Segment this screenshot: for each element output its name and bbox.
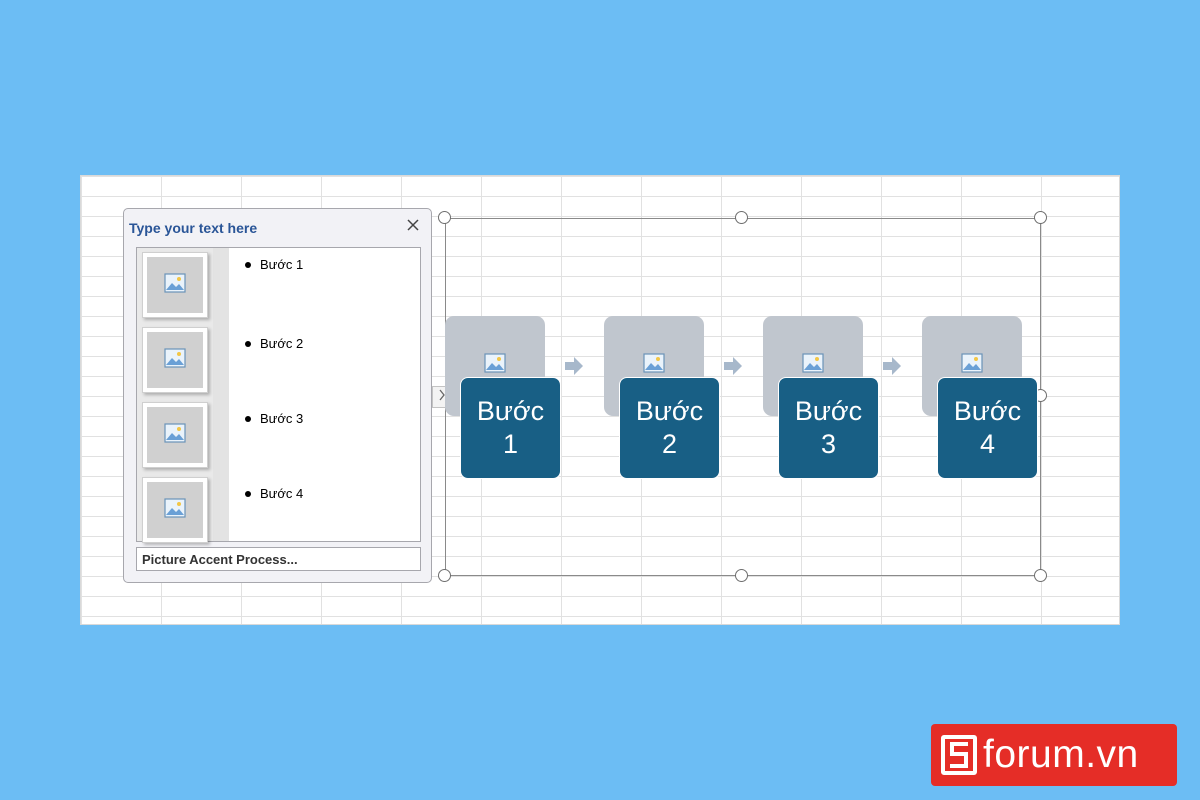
picture-placeholder-icon	[164, 272, 186, 298]
layout-name-link[interactable]: Picture Accent Process...	[136, 547, 421, 571]
arrow-right-icon	[723, 356, 743, 376]
step-box[interactable]: Bước 1	[460, 377, 561, 479]
resize-handle-top[interactable]	[735, 211, 748, 224]
resize-handle-top-left[interactable]	[438, 211, 451, 224]
logo-text: forum.vn	[983, 733, 1139, 776]
resize-handle-bottom[interactable]	[735, 569, 748, 582]
thumbnail-picture-1[interactable]	[142, 252, 208, 318]
step-number: 3	[820, 429, 836, 459]
thumbnail-picture-2[interactable]	[142, 327, 208, 393]
picture-placeholder-icon	[164, 347, 186, 373]
picture-placeholder-icon	[164, 497, 186, 523]
step-number: 2	[661, 429, 677, 459]
list-item[interactable]: Bước 1	[245, 257, 303, 272]
step-box[interactable]: Bước 4	[937, 377, 1038, 479]
bullet-icon	[245, 415, 251, 422]
pane-title: Type your text here	[129, 220, 258, 236]
list-item-label: Bước 3	[260, 411, 304, 426]
smartart-text-pane: Type your text here Bước 1 Bước 2 Bước 3…	[123, 208, 432, 583]
s-logo-icon	[941, 735, 977, 775]
list-item[interactable]: Bước 3	[245, 411, 303, 426]
thumbnail-picture-3[interactable]	[142, 402, 208, 468]
picture-placeholder-icon	[164, 422, 186, 448]
resize-handle-bottom-left[interactable]	[438, 569, 451, 582]
resize-handle-bottom-right[interactable]	[1034, 569, 1047, 582]
list-item-label: Bước 1	[260, 257, 304, 272]
arrow-right-icon	[564, 356, 584, 376]
bullet-icon	[245, 261, 251, 268]
list-item[interactable]: Bước 4	[245, 486, 303, 501]
step-title: Bước	[953, 396, 1022, 426]
step-number: 1	[502, 429, 518, 459]
list-item-label: Bước 2	[260, 336, 304, 351]
thumbnail-strip	[137, 248, 229, 543]
step-title: Bước	[476, 396, 545, 426]
step-box[interactable]: Bước 3	[778, 377, 879, 479]
bullet-icon	[245, 490, 251, 497]
list-item-label: Bước 4	[260, 486, 304, 501]
list-item[interactable]: Bước 2	[245, 336, 303, 351]
arrow-right-icon	[882, 356, 902, 376]
step-box[interactable]: Bước 2	[619, 377, 720, 479]
thumbnail-picture-4[interactable]	[142, 477, 208, 543]
resize-handle-top-right[interactable]	[1034, 211, 1047, 224]
step-title: Bước	[794, 396, 863, 426]
sforum-logo: forum.vn	[931, 724, 1177, 786]
close-icon[interactable]	[405, 217, 421, 233]
step-title: Bước	[635, 396, 704, 426]
pane-item-list: Bước 1 Bước 2 Bước 3 Bước 4	[136, 247, 421, 543]
step-number: 4	[979, 429, 995, 459]
bullet-icon	[245, 340, 251, 347]
